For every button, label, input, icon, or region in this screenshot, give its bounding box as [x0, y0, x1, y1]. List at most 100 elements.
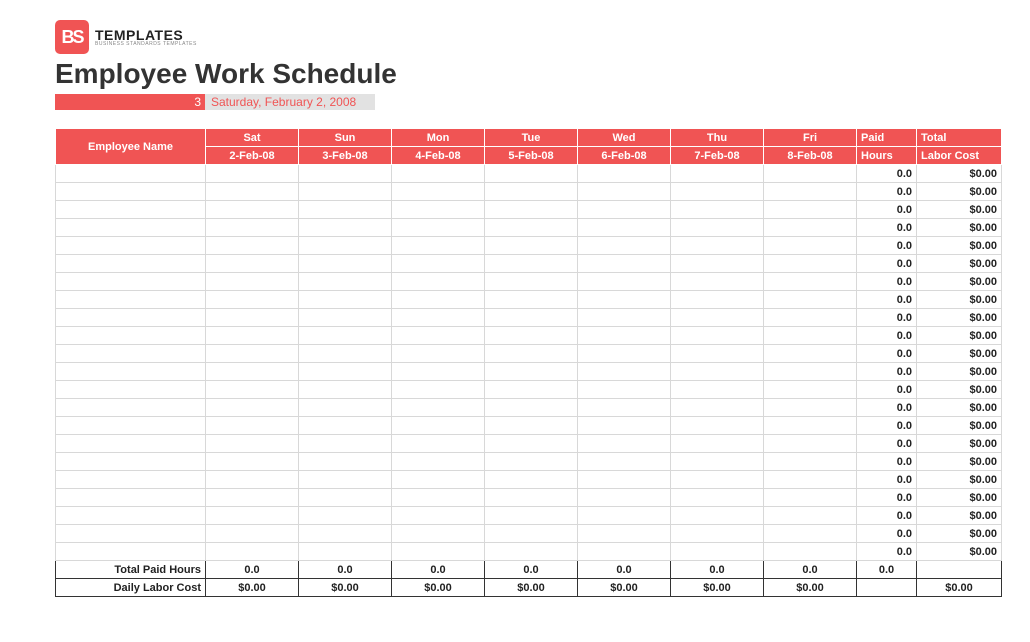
day-cell[interactable] [299, 435, 392, 453]
day-cell[interactable] [299, 471, 392, 489]
day-cell[interactable] [485, 435, 578, 453]
day-cell[interactable] [485, 183, 578, 201]
day-cell[interactable] [578, 525, 671, 543]
day-cell[interactable] [299, 507, 392, 525]
day-cell[interactable] [578, 507, 671, 525]
day-cell[interactable] [299, 165, 392, 183]
day-cell[interactable] [206, 255, 299, 273]
day-cell[interactable] [671, 291, 764, 309]
day-cell[interactable] [299, 291, 392, 309]
day-cell[interactable] [578, 543, 671, 561]
day-cell[interactable] [206, 543, 299, 561]
day-cell[interactable] [299, 543, 392, 561]
day-cell[interactable] [485, 345, 578, 363]
day-cell[interactable] [764, 183, 857, 201]
day-cell[interactable] [671, 381, 764, 399]
day-cell[interactable] [392, 489, 485, 507]
day-cell[interactable] [485, 255, 578, 273]
day-cell[interactable] [578, 237, 671, 255]
day-cell[interactable] [392, 525, 485, 543]
day-cell[interactable] [578, 363, 671, 381]
day-cell[interactable] [485, 543, 578, 561]
day-cell[interactable] [392, 453, 485, 471]
day-cell[interactable] [578, 165, 671, 183]
day-cell[interactable] [764, 381, 857, 399]
employee-name-cell[interactable] [56, 291, 206, 309]
employee-name-cell[interactable] [56, 327, 206, 345]
day-cell[interactable] [485, 201, 578, 219]
day-cell[interactable] [671, 363, 764, 381]
day-cell[interactable] [578, 219, 671, 237]
day-cell[interactable] [485, 291, 578, 309]
day-cell[interactable] [206, 363, 299, 381]
day-cell[interactable] [671, 489, 764, 507]
day-cell[interactable] [392, 273, 485, 291]
day-cell[interactable] [764, 507, 857, 525]
day-cell[interactable] [578, 201, 671, 219]
day-cell[interactable] [392, 219, 485, 237]
day-cell[interactable] [671, 453, 764, 471]
day-cell[interactable] [578, 417, 671, 435]
day-cell[interactable] [578, 381, 671, 399]
day-cell[interactable] [671, 345, 764, 363]
employee-name-cell[interactable] [56, 435, 206, 453]
day-cell[interactable] [578, 435, 671, 453]
day-cell[interactable] [392, 255, 485, 273]
day-cell[interactable] [764, 363, 857, 381]
day-cell[interactable] [206, 183, 299, 201]
day-cell[interactable] [299, 237, 392, 255]
day-cell[interactable] [764, 219, 857, 237]
day-cell[interactable] [299, 453, 392, 471]
day-cell[interactable] [392, 183, 485, 201]
day-cell[interactable] [299, 327, 392, 345]
day-cell[interactable] [671, 237, 764, 255]
day-cell[interactable] [764, 345, 857, 363]
day-cell[interactable] [299, 399, 392, 417]
day-cell[interactable] [206, 435, 299, 453]
employee-name-cell[interactable] [56, 219, 206, 237]
employee-name-cell[interactable] [56, 399, 206, 417]
day-cell[interactable] [485, 309, 578, 327]
day-cell[interactable] [578, 183, 671, 201]
day-cell[interactable] [206, 525, 299, 543]
day-cell[interactable] [206, 489, 299, 507]
day-cell[interactable] [671, 327, 764, 345]
day-cell[interactable] [485, 525, 578, 543]
day-cell[interactable] [392, 435, 485, 453]
employee-name-cell[interactable] [56, 417, 206, 435]
day-cell[interactable] [764, 489, 857, 507]
employee-name-cell[interactable] [56, 507, 206, 525]
day-cell[interactable] [578, 453, 671, 471]
day-cell[interactable] [392, 381, 485, 399]
day-cell[interactable] [206, 381, 299, 399]
day-cell[interactable] [206, 219, 299, 237]
day-cell[interactable] [206, 165, 299, 183]
day-cell[interactable] [392, 201, 485, 219]
day-cell[interactable] [299, 183, 392, 201]
day-cell[interactable] [764, 309, 857, 327]
day-cell[interactable] [671, 399, 764, 417]
day-cell[interactable] [485, 363, 578, 381]
day-cell[interactable] [671, 471, 764, 489]
day-cell[interactable] [764, 291, 857, 309]
day-cell[interactable] [671, 219, 764, 237]
day-cell[interactable] [671, 435, 764, 453]
day-cell[interactable] [764, 201, 857, 219]
day-cell[interactable] [299, 219, 392, 237]
day-cell[interactable] [299, 489, 392, 507]
day-cell[interactable] [764, 273, 857, 291]
employee-name-cell[interactable] [56, 165, 206, 183]
day-cell[interactable] [206, 201, 299, 219]
day-cell[interactable] [485, 507, 578, 525]
day-cell[interactable] [764, 453, 857, 471]
day-cell[interactable] [578, 399, 671, 417]
employee-name-cell[interactable] [56, 183, 206, 201]
day-cell[interactable] [392, 345, 485, 363]
day-cell[interactable] [764, 417, 857, 435]
day-cell[interactable] [578, 273, 671, 291]
day-cell[interactable] [671, 309, 764, 327]
day-cell[interactable] [485, 417, 578, 435]
day-cell[interactable] [392, 327, 485, 345]
day-cell[interactable] [578, 327, 671, 345]
day-cell[interactable] [485, 273, 578, 291]
